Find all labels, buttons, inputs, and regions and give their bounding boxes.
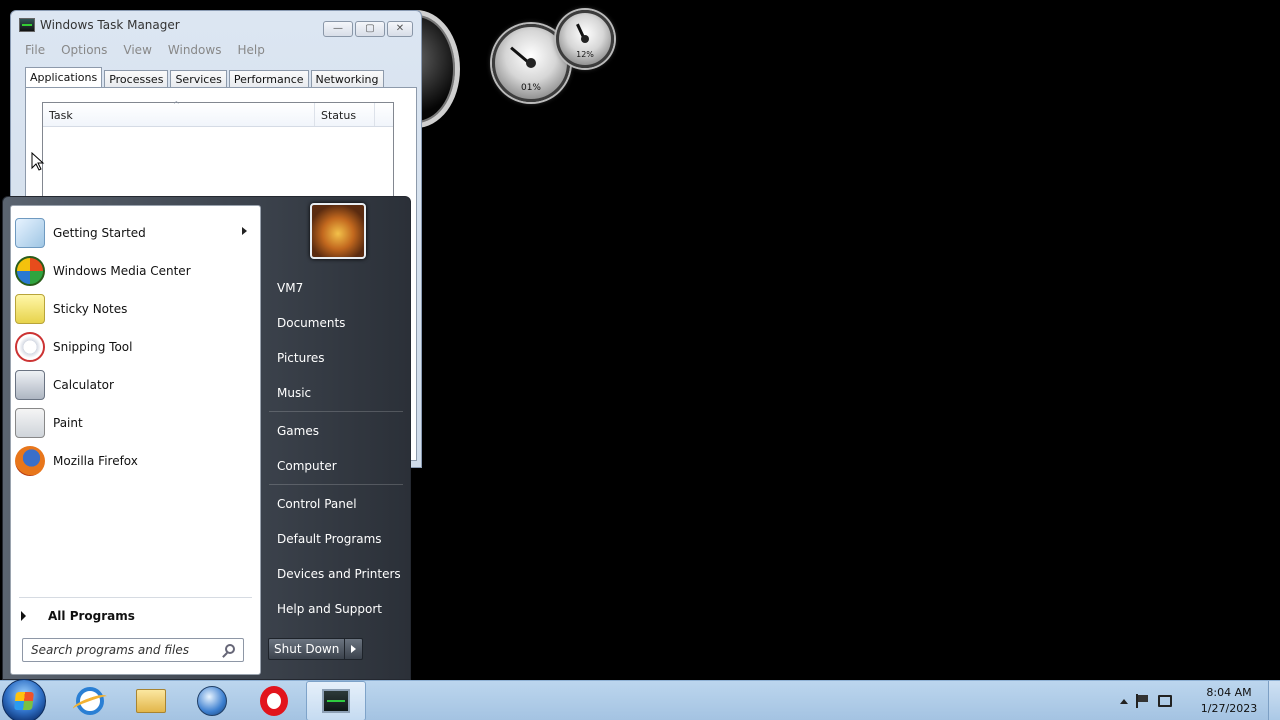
program-label: Paint	[53, 416, 83, 430]
show-desktop-button[interactable]	[1268, 681, 1280, 720]
all-programs-label: All Programs	[48, 609, 135, 623]
tab-networking[interactable]: Networking	[310, 70, 384, 88]
window-title: Windows Task Manager	[40, 18, 180, 32]
column-task-label: Task	[49, 109, 73, 122]
opera-icon	[260, 686, 288, 716]
internet-explorer-icon	[76, 687, 104, 715]
divider	[269, 484, 403, 485]
paint-icon	[15, 408, 45, 438]
getting-started-icon	[15, 218, 45, 248]
place-documents[interactable]: Documents	[277, 316, 345, 330]
program-label: Snipping Tool	[53, 340, 133, 354]
place-pictures[interactable]: Pictures	[277, 351, 325, 365]
menu-file[interactable]: File	[25, 43, 45, 57]
start-orb[interactable]	[2, 679, 46, 720]
shutdown-button[interactable]: Shut Down	[268, 638, 346, 660]
media-center-icon	[15, 256, 45, 286]
firefox-icon	[15, 446, 45, 476]
network-icon[interactable]	[1158, 695, 1172, 707]
list-header: ^ Task Status	[43, 100, 393, 127]
place-control-panel[interactable]: Control Panel	[277, 497, 357, 511]
menu-view[interactable]: View	[123, 43, 151, 57]
start-menu: Getting Started Windows Media Center Sti…	[2, 196, 411, 680]
tab-strip: Applications Processes Services Performa…	[25, 67, 386, 88]
calculator-icon	[15, 370, 45, 400]
all-programs-button[interactable]: All Programs	[21, 605, 135, 627]
task-manager-icon	[322, 689, 350, 713]
program-getting-started[interactable]: Getting Started	[15, 216, 255, 250]
snipping-tool-icon	[15, 332, 45, 362]
action-center-flag-icon[interactable]	[1136, 694, 1150, 708]
search-icon[interactable]	[225, 644, 235, 654]
show-hidden-icons-icon[interactable]	[1120, 698, 1128, 704]
sticky-notes-icon	[15, 294, 45, 324]
menu-help[interactable]: Help	[237, 43, 264, 57]
tab-applications[interactable]: Applications	[25, 67, 103, 88]
taskbar-internet-explorer[interactable]	[60, 681, 120, 720]
maximize-button[interactable]: ▢	[355, 21, 385, 37]
shutdown-group: Shut Down	[268, 638, 364, 660]
gauge-hub	[526, 58, 536, 68]
place-user-folder[interactable]: VM7	[277, 281, 303, 295]
column-status[interactable]: Status	[315, 103, 375, 126]
memory-meter-gauge[interactable]: 12%	[556, 10, 614, 68]
program-label: Mozilla Firefox	[53, 454, 138, 468]
cpu-value: 01%	[520, 83, 541, 93]
windows-explorer-icon	[136, 689, 166, 713]
clock-time: 8:04 AM	[1206, 686, 1252, 699]
program-paint[interactable]: Paint	[15, 406, 255, 440]
program-sticky-notes[interactable]: Sticky Notes	[15, 292, 255, 326]
close-button[interactable]: ✕	[387, 21, 413, 37]
sort-arrow-icon: ^	[173, 100, 180, 109]
clock[interactable]: 8:04 AM 1/27/2023	[1196, 685, 1262, 717]
tab-services[interactable]: Services	[170, 70, 227, 88]
minimize-button[interactable]: —	[323, 21, 353, 37]
place-music[interactable]: Music	[277, 386, 311, 400]
taskbar-opera[interactable]	[244, 681, 304, 720]
memory-value: 12%	[576, 50, 594, 59]
task-manager-icon	[19, 18, 35, 32]
menu-bar: File Options View Windows Help	[11, 39, 421, 61]
place-help-and-support[interactable]: Help and Support	[277, 602, 382, 616]
globe-browser-icon	[197, 686, 227, 716]
program-label: Windows Media Center	[53, 264, 191, 278]
search-box[interactable]	[22, 638, 244, 662]
system-tray	[1120, 681, 1172, 720]
window-controls: — ▢ ✕	[323, 21, 413, 37]
taskbar-windows-explorer[interactable]	[121, 681, 181, 720]
divider	[19, 597, 252, 598]
all-programs-arrow-icon	[21, 611, 26, 621]
taskbar-globe-browser[interactable]	[182, 681, 242, 720]
column-status-label: Status	[321, 109, 357, 122]
submenu-arrow-icon	[242, 227, 247, 235]
tab-performance[interactable]: Performance	[228, 70, 309, 88]
place-devices-and-printers[interactable]: Devices and Printers	[277, 567, 401, 581]
programs-pane: Getting Started Windows Media Center Sti…	[10, 205, 261, 675]
clock-date: 1/27/2023	[1200, 702, 1258, 715]
gauge-hub	[581, 35, 589, 43]
menu-windows[interactable]: Windows	[168, 43, 222, 57]
taskbar-task-manager[interactable]	[306, 681, 366, 720]
program-calculator[interactable]: Calculator	[15, 368, 255, 402]
column-task[interactable]: ^ Task	[43, 100, 315, 126]
place-computer[interactable]: Computer	[277, 459, 337, 473]
program-label: Getting Started	[53, 226, 146, 240]
program-mozilla-firefox[interactable]: Mozilla Firefox	[15, 444, 255, 478]
shutdown-options-button[interactable]	[345, 638, 364, 660]
search-input[interactable]	[31, 643, 211, 657]
taskbar: 8:04 AM 1/27/2023	[0, 679, 1280, 720]
program-windows-media-center[interactable]: Windows Media Center	[15, 254, 255, 288]
place-default-programs[interactable]: Default Programs	[277, 532, 382, 546]
program-label: Calculator	[53, 378, 114, 392]
user-avatar[interactable]	[310, 203, 366, 259]
menu-options[interactable]: Options	[61, 43, 107, 57]
tab-processes[interactable]: Processes	[104, 70, 169, 88]
program-snipping-tool[interactable]: Snipping Tool	[15, 330, 255, 364]
program-label: Sticky Notes	[53, 302, 128, 316]
place-games[interactable]: Games	[277, 424, 319, 438]
divider	[269, 411, 403, 412]
desktop: 01% 12% Windows Task Manager — ▢ ✕ File …	[0, 0, 1280, 720]
